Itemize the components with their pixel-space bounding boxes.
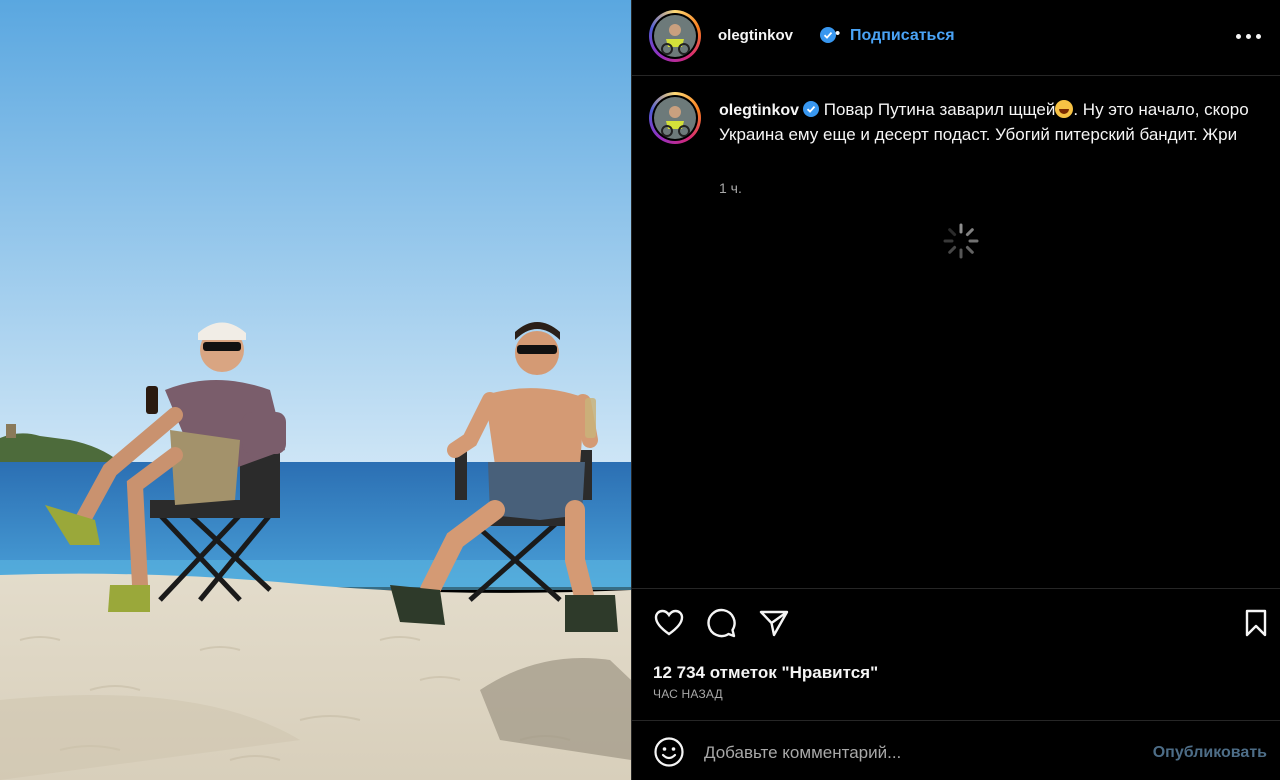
separator-dot: •: [835, 25, 841, 42]
username[interactable]: olegtinkov: [718, 27, 793, 44]
post-header: olegtinkov • Подписаться: [632, 0, 1280, 76]
post-photo: [0, 0, 631, 780]
verified-icon: [803, 101, 820, 117]
comment-input[interactable]: [704, 741, 1124, 765]
caption-username[interactable]: olegtinkov: [719, 102, 799, 119]
publish-button[interactable]: Опубликовать: [1153, 744, 1267, 762]
post-time: ЧАС НАЗАД: [653, 687, 723, 701]
caption-time: 1 ч.: [719, 180, 742, 196]
caption-text: olegtinkov Повар Путина заварил щщей. Ну…: [719, 98, 1259, 147]
caption-body: Повар Путина заварил щщей: [823, 100, 1056, 119]
laughing-emoji-icon: [1055, 100, 1074, 118]
follow-button[interactable]: Подписаться: [850, 27, 955, 45]
share-icon[interactable]: [758, 607, 790, 639]
heart-icon[interactable]: [653, 607, 685, 639]
comment-bar: Опубликовать: [632, 720, 1280, 780]
spinner-icon: [943, 223, 979, 259]
emoji-icon[interactable]: [653, 736, 685, 768]
more-icon[interactable]: [1235, 24, 1263, 48]
photo-illustration: [0, 0, 631, 780]
post-side-panel: olegtinkov • Подписаться olegtinkov Пова…: [631, 0, 1280, 780]
bookmark-icon[interactable]: [1240, 607, 1272, 639]
likes-count[interactable]: 12 734 отметок "Нравится": [653, 663, 878, 683]
caption-avatar[interactable]: [649, 92, 701, 144]
comment-icon[interactable]: [705, 607, 737, 639]
verified-icon: [816, 27, 836, 46]
avatar[interactable]: [649, 10, 701, 62]
post-actions: 12 734 отметок "Нравится" ЧАС НАЗАД: [632, 588, 1280, 720]
